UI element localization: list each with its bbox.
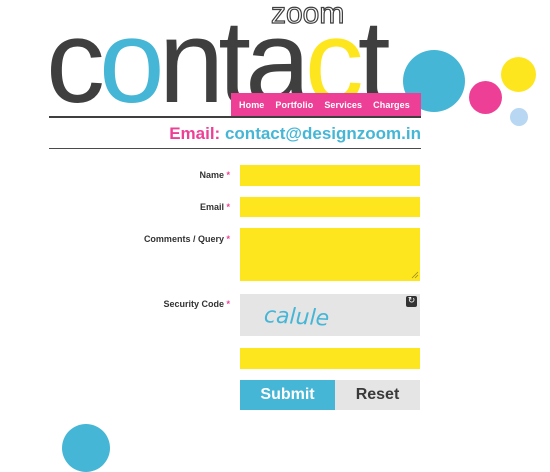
section-divider [49, 148, 421, 149]
nav-home[interactable]: Home [239, 100, 264, 110]
nav-charges[interactable]: Charges [373, 100, 410, 110]
comments-label: Comments / Query * [90, 234, 230, 244]
required-marker: * [226, 234, 230, 244]
header-divider [49, 116, 421, 118]
email-heading-label: Email: [169, 124, 221, 143]
name-label-text: Name [199, 170, 224, 180]
captcha-graphic: calule [263, 303, 330, 331]
main-nav: Home Portfolio Services Charges [231, 93, 421, 116]
logo-letter-n: n [159, 0, 219, 120]
email-input[interactable] [240, 197, 420, 217]
decor-dot-pink [469, 81, 502, 114]
email-label: Email * [90, 202, 230, 212]
decor-dot-lightblue [510, 108, 528, 126]
required-marker: * [226, 202, 230, 212]
nav-portfolio[interactable]: Portfolio [275, 100, 313, 110]
comments-textarea[interactable] [240, 228, 420, 281]
email-label-text: Email [199, 202, 224, 212]
resize-grip-icon[interactable] [411, 271, 419, 279]
email-address-link[interactable]: contact@designzoom.in [225, 124, 421, 143]
required-marker: * [226, 170, 230, 180]
nav-services[interactable]: Services [324, 100, 362, 110]
decor-dot-cyan-bottom [62, 424, 110, 472]
reset-button[interactable]: Reset [335, 380, 420, 410]
logo-letter-o: o [99, 0, 160, 120]
captcha-image: calule [240, 294, 420, 336]
refresh-icon[interactable]: ↻ [406, 296, 417, 307]
decor-dot-yellow [501, 57, 536, 92]
captcha-text: calule [263, 303, 330, 331]
logo-letter-c1: c [46, 0, 102, 120]
required-marker: * [226, 299, 230, 309]
submit-button[interactable]: Submit [240, 380, 335, 410]
name-input[interactable] [240, 165, 420, 186]
security-label-text: Security Code [163, 299, 224, 309]
name-label: Name * [90, 170, 230, 180]
security-code-input[interactable] [240, 348, 420, 369]
security-label: Security Code * [90, 299, 230, 309]
comments-label-text: Comments / Query [143, 234, 224, 244]
contact-email-line: Email: contact@designzoom.in [169, 124, 421, 144]
